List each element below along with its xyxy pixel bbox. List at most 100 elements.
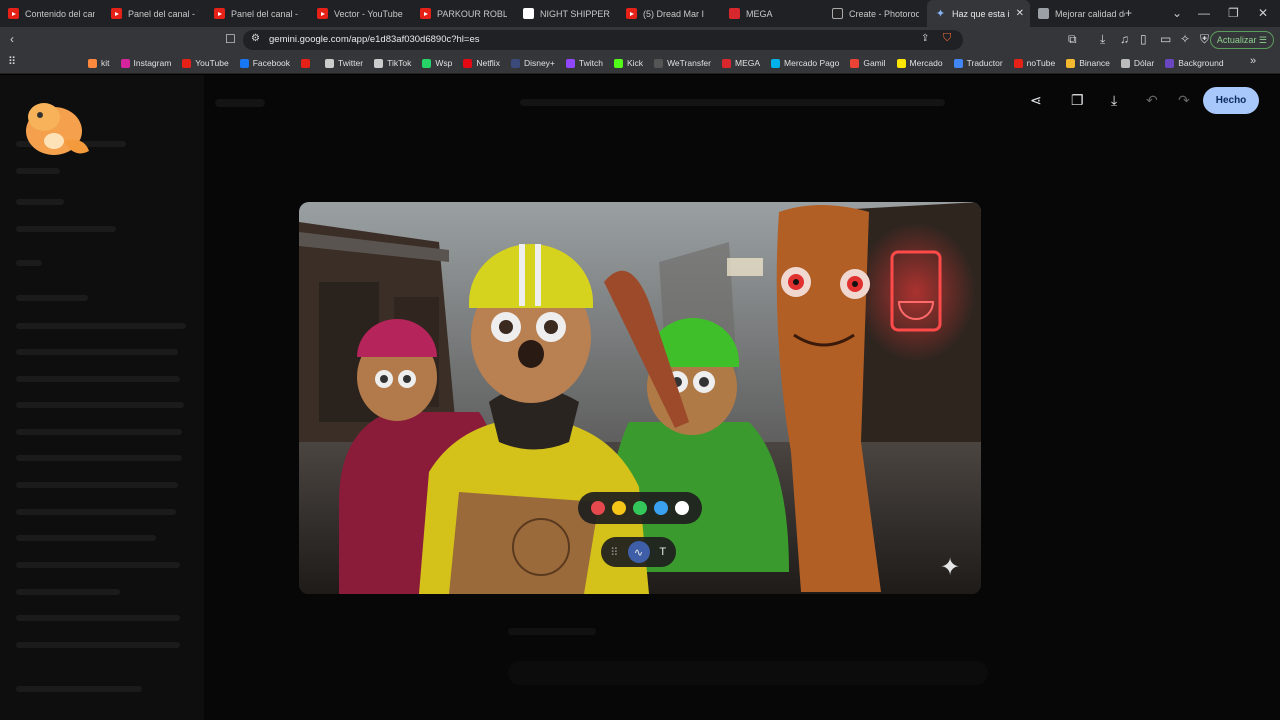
gemini-sparkle-icon: ✦ [940, 554, 961, 581]
color-swatch[interactable] [654, 501, 668, 515]
more-bookmarks-icon[interactable]: » [1250, 55, 1256, 67]
sidebar-icon[interactable]: ▯ [1140, 32, 1147, 46]
ai-icon[interactable]: ✧ [1180, 32, 1190, 46]
bookmark-icon [722, 58, 731, 68]
bookmark-label: Instagram [133, 58, 172, 68]
done-button[interactable]: Hecho [1203, 87, 1259, 114]
tab-3[interactable]: Vector - YouTube [309, 0, 412, 27]
bookmark-item[interactable]: Traductor [953, 58, 1003, 68]
text-tool-icon[interactable]: T [652, 541, 674, 563]
google-icon [523, 8, 534, 19]
bookmark-item[interactable]: Mercado Pago [771, 58, 839, 68]
tab-7[interactable]: MEGA [721, 0, 824, 27]
color-swatch[interactable] [591, 501, 605, 515]
tab-2[interactable]: Panel del canal - Yo [206, 0, 309, 27]
bookmark-item[interactable] [301, 58, 314, 68]
bookmark-label: WeTransfer [667, 58, 711, 68]
bookmark-label: Mercado Pago [784, 58, 840, 68]
bookmark-item[interactable]: Twitter [325, 58, 363, 68]
bookmark-item[interactable]: Netflix [463, 58, 500, 68]
bookmark-label: Twitter [338, 58, 364, 68]
tab-0[interactable]: Contenido del cana [0, 0, 103, 27]
media-icon[interactable]: ♫ [1120, 32, 1129, 46]
maximize-icon[interactable]: ❐ [1228, 6, 1239, 20]
bookmark-item[interactable]: WeTransfer [654, 58, 711, 68]
redo-icon[interactable]: ↷ [1178, 92, 1190, 109]
bookmark-item[interactable]: Facebook [239, 58, 290, 68]
share-page-icon[interactable]: ⇪ [921, 33, 929, 44]
tab-10[interactable]: Mejorar calidad de [1030, 0, 1133, 27]
bookmark-label: Netflix [476, 58, 500, 68]
bookmark-label: Dólar [1133, 58, 1155, 68]
bookmark-item[interactable]: Disney+ [510, 58, 555, 68]
tab-1[interactable]: Panel del canal - Yo [103, 0, 206, 27]
minimize-icon[interactable]: — [1198, 6, 1210, 20]
wallet-icon[interactable]: ▭ [1160, 32, 1171, 46]
new-tab-icon[interactable]: + [1125, 6, 1132, 20]
share-icon[interactable]: ⋖ [1030, 92, 1042, 109]
window-close-icon[interactable]: ✕ [1258, 6, 1268, 20]
bookmark-icon [614, 58, 623, 68]
copy-icon[interactable]: ❐ [1071, 92, 1084, 109]
tab-9[interactable]: ✦ Haz que esta i ✕ [927, 0, 1030, 27]
bookmark-label: Binance [1079, 58, 1110, 68]
color-swatch[interactable] [612, 501, 626, 515]
bookmark-item[interactable]: Binance [1066, 58, 1110, 68]
bookmark-item[interactable]: kit [88, 58, 110, 68]
tab-5[interactable]: NIGHT SHIPPERS - [515, 0, 618, 27]
bookmark-icon [896, 58, 906, 68]
sidebar-backdrop [0, 75, 204, 720]
address-bar[interactable]: ⚙ gemini.google.com/app/e1d83af030d6890c… [243, 30, 963, 50]
tab-label: Panel del canal - Yo [128, 8, 198, 19]
bookmark-label: Mercado [909, 58, 943, 68]
bookmark-icon [1013, 58, 1023, 68]
bookmark-icon [953, 58, 963, 68]
color-swatch[interactable] [675, 501, 689, 515]
draw-tool-icon[interactable]: ∿ [627, 541, 650, 563]
drag-handle-icon[interactable]: ⠿ [603, 541, 625, 563]
bookmark-label: TikTok [387, 58, 412, 68]
bookmark-item[interactable]: Background [1165, 58, 1224, 68]
close-tab-icon[interactable]: ✕ [1016, 8, 1024, 19]
bookmark-item[interactable]: Gamil [850, 58, 886, 68]
bookmark-label: Disney+ [523, 58, 555, 68]
generated-image[interactable] [299, 202, 981, 594]
bookmark-icon [422, 58, 432, 68]
image-illustration [299, 202, 981, 594]
tab-4[interactable]: PARKOUR ROBLOX [412, 0, 515, 27]
bookmark-item[interactable]: Instagram [120, 58, 172, 68]
bookmark-item[interactable]: TikTok [374, 58, 411, 68]
bookmark-item[interactable]: noTube [1013, 58, 1055, 68]
bookmark-item[interactable]: Twitch [565, 58, 603, 68]
brave-shield-icon[interactable]: ⛉ [943, 32, 951, 45]
bookmark-label: Background [1178, 58, 1224, 68]
bookmark-label: Kick [627, 58, 644, 68]
apps-icon[interactable]: ⠿ [8, 55, 16, 68]
youtube-icon [214, 8, 225, 19]
tab-label: Contenido del cana [25, 8, 95, 19]
bookmark-icon [239, 58, 249, 68]
bookmark-icon[interactable]: ☐ [225, 32, 236, 46]
tab-6[interactable]: (5) Dread Mar I [618, 0, 721, 27]
undo-icon[interactable]: ↶ [1146, 92, 1158, 109]
tab-search-icon[interactable]: ⌄ [1172, 6, 1182, 20]
tab-label: (5) Dread Mar I [643, 8, 705, 19]
bookmark-label: kit [101, 58, 110, 68]
download-icon[interactable]: ⤓ [1100, 32, 1105, 47]
download-image-icon[interactable]: ⤓ [1111, 92, 1117, 109]
update-button[interactable]: Actualizar ☰ [1209, 31, 1274, 49]
bookmark-item[interactable]: YouTube [182, 58, 229, 68]
bookmark-item[interactable]: Dólar [1120, 58, 1155, 68]
tab-8[interactable]: Create - Photoroon [824, 0, 927, 27]
site-info-icon[interactable]: ⚙ [251, 33, 260, 44]
bookmark-item[interactable]: MEGA [722, 58, 760, 68]
bookmark-item[interactable]: Kick [614, 58, 643, 68]
url-text: gemini.google.com/app/e1d83af030d6890c?h… [269, 34, 480, 45]
bookmark-item[interactable]: Wsp [422, 58, 452, 68]
back-icon[interactable]: ‹ [10, 32, 14, 46]
bookmark-item[interactable]: Mercado [896, 58, 943, 68]
bookmark-icon [120, 58, 130, 68]
vpn-icon[interactable]: ⛨ [1200, 32, 1209, 47]
color-swatch[interactable] [633, 501, 647, 515]
translate-icon[interactable]: ⧉ [1068, 32, 1077, 47]
